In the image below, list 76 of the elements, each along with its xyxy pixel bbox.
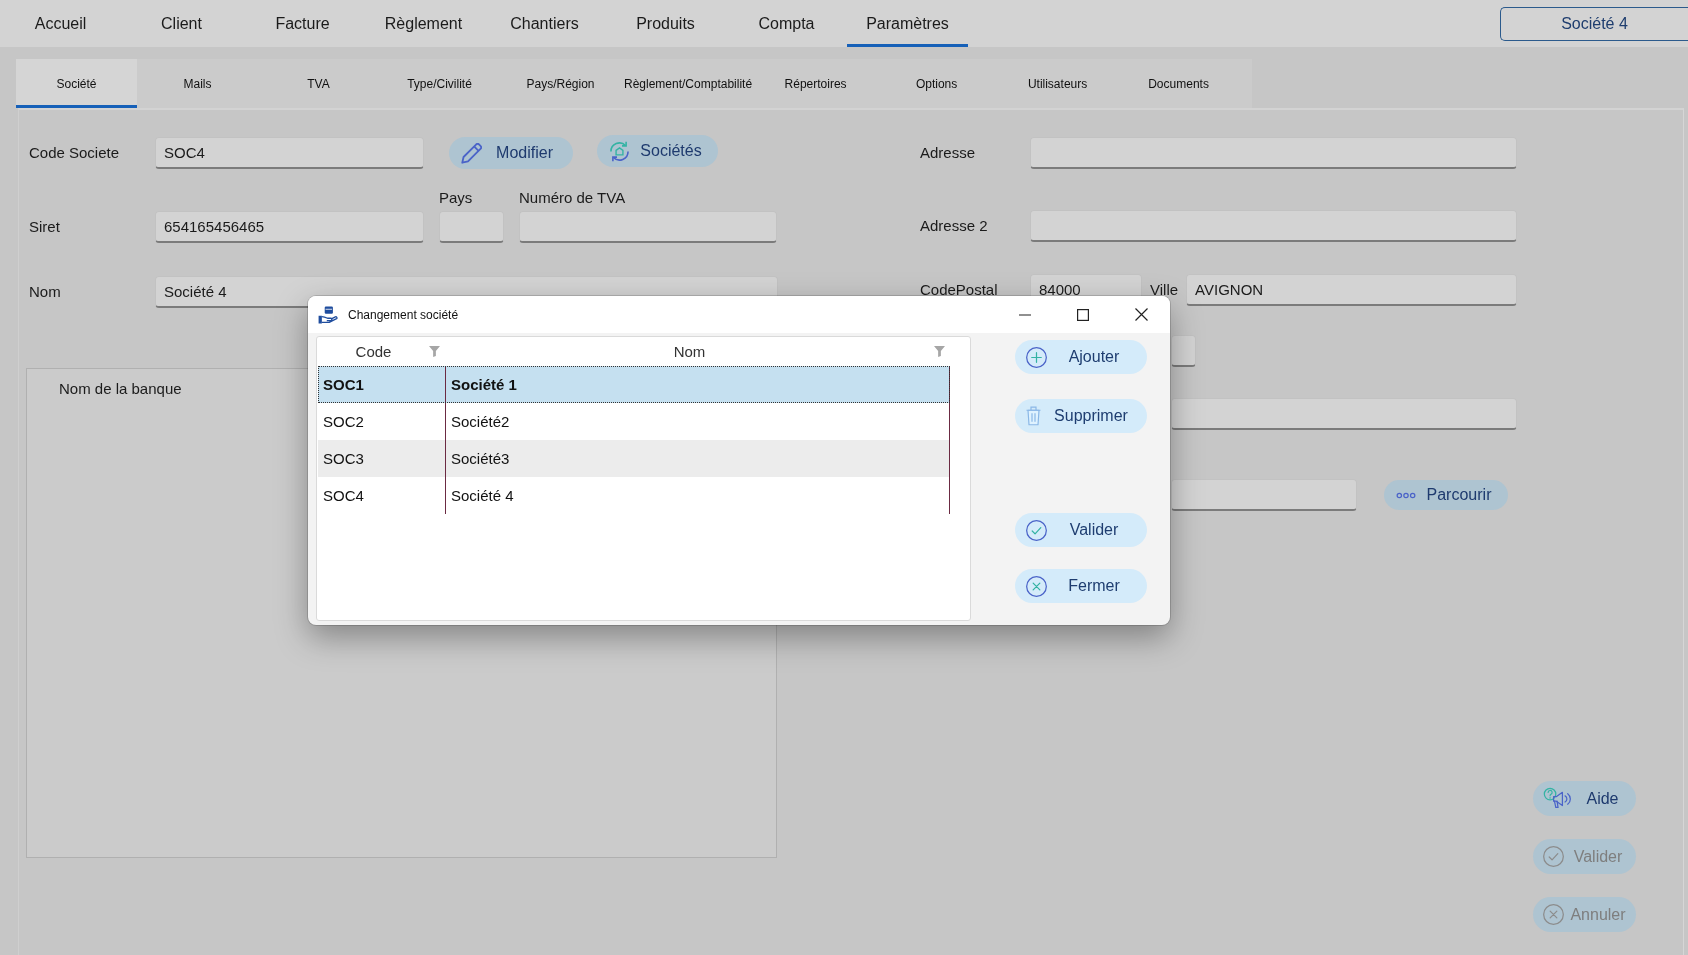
table-row[interactable]: SOC1 Société 1 (318, 366, 950, 403)
nav-tab[interactable]: Paramètres (847, 0, 968, 47)
text-field[interactable] (1171, 335, 1196, 367)
minimize-icon (1019, 313, 1031, 316)
column-header[interactable]: Code (318, 343, 429, 360)
text-field[interactable]: SOC4 (155, 137, 424, 169)
table-cell: Société 4 (445, 477, 950, 514)
close-button[interactable]: Fermer (1015, 569, 1147, 603)
edit-button[interactable]: Modifier (449, 137, 573, 169)
text-field[interactable] (519, 211, 777, 243)
field-label: Code Societe (29, 143, 120, 163)
nav-tab[interactable]: Produits (605, 0, 726, 47)
nav-tab[interactable]: Accueil (0, 0, 121, 47)
filter-icon (429, 346, 440, 357)
column-header[interactable]: Nom (445, 343, 934, 360)
trash-icon (1026, 406, 1041, 426)
validate-button[interactable]: Valider (1015, 513, 1147, 547)
sub-tab[interactable]: Règlement/Comptabilité (621, 59, 756, 108)
pencil-icon (461, 142, 482, 164)
close-icon (1134, 308, 1148, 321)
hand-box-icon (318, 305, 338, 324)
text-field[interactable]: AVIGNON (1186, 274, 1517, 306)
add-button[interactable]: Ajouter (1015, 340, 1147, 374)
nav-tab[interactable]: Chantiers (484, 0, 605, 47)
field-label: Ville (1150, 280, 1179, 300)
column-header: Nom de la banque (59, 380, 182, 397)
table-cell-text: SOC2 (322, 412, 365, 432)
three-dots-icon (1396, 491, 1416, 499)
field-label: Adresse (920, 143, 976, 163)
table-row[interactable]: SOC3 Société3 (318, 440, 950, 477)
table-cell-text: SOC1 (322, 375, 365, 395)
company-switch-button[interactable]: Société 4 (1500, 7, 1688, 41)
table-cell: Société 1 (445, 366, 950, 403)
table-cell: Société3 (445, 440, 950, 477)
field-label: Numéro de TVA (519, 188, 627, 208)
text-field[interactable]: 654165456465 (155, 211, 424, 243)
sub-tab[interactable]: Mails (137, 59, 258, 108)
nav-tab[interactable]: Facture (242, 0, 363, 47)
help-button[interactable]: Aide (1533, 781, 1636, 816)
field-label: Adresse 2 (920, 216, 988, 236)
table-row[interactable]: SOC4 Société 4 (318, 477, 950, 514)
sub-tab[interactable]: Répertoires (755, 59, 877, 108)
text-field[interactable] (439, 211, 504, 243)
sync-house-icon (609, 140, 630, 162)
nav-tab[interactable]: Règlement (363, 0, 484, 47)
sub-tab[interactable]: Options (876, 59, 998, 108)
text-field[interactable] (1030, 137, 1517, 169)
check-circle-icon (1543, 846, 1564, 867)
sub-tab[interactable]: Pays/Région (500, 59, 621, 108)
plus-circle-icon (1026, 346, 1047, 368)
sub-tab[interactable]: TVA (258, 59, 379, 108)
sub-tab[interactable]: Type/Civilité (379, 59, 500, 108)
sub-tab[interactable]: Utilisateurs (997, 59, 1119, 108)
text-field[interactable] (1171, 398, 1517, 430)
browse-button[interactable]: Parcourir (1384, 480, 1508, 510)
nav-tab[interactable]: Compta (726, 0, 847, 47)
x-circle-icon (1543, 904, 1564, 925)
field-label: Pays (439, 188, 474, 208)
sub-tab[interactable]: Documents (1118, 59, 1240, 108)
delete-button[interactable]: Supprimer (1015, 399, 1147, 433)
bulb-megaphone-icon (1543, 787, 1573, 810)
maximize-icon (1077, 308, 1089, 321)
dialog-title: Changement société (348, 307, 459, 322)
sub-tab[interactable]: Société (16, 59, 137, 108)
companies-button[interactable]: Sociétés (597, 135, 718, 167)
check-circle-icon (1026, 519, 1047, 541)
text-field[interactable] (1171, 479, 1357, 511)
field-label: CodePostal (920, 280, 998, 300)
x-circle-icon (1026, 575, 1047, 597)
field-label: Nom (29, 282, 61, 302)
table-cell-text: SOC4 (322, 486, 365, 506)
table-cell-text: SOC3 (322, 449, 365, 469)
field-label: Siret (29, 217, 60, 237)
nav-tab[interactable]: Client (121, 0, 242, 47)
text-field[interactable] (1030, 210, 1517, 242)
filter-icon (934, 346, 945, 357)
